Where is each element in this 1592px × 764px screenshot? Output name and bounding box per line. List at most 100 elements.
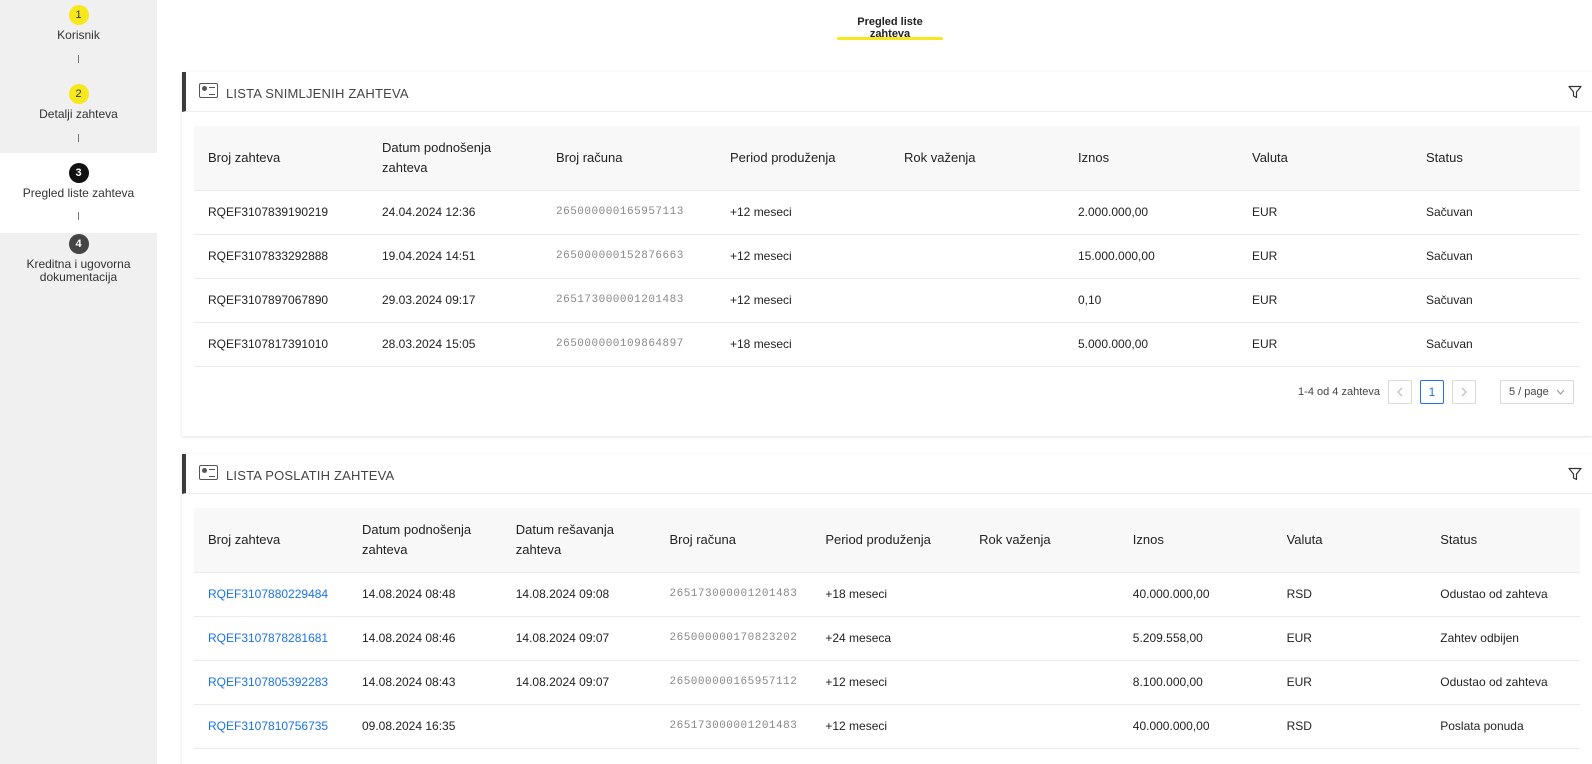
status: Odustao od zahteva <box>1426 659 1580 704</box>
step-label: Detalji zahteva <box>39 107 118 121</box>
table-row[interactable]: RQEF3107839190219 24.04.2024 12:36 26500… <box>194 189 1580 234</box>
resolution-date: 14.08.2024 09:07 <box>501 659 656 704</box>
column-header[interactable]: Broj zahteva <box>194 508 348 572</box>
step-connector <box>78 55 79 63</box>
account-number: 265000000165957112 <box>655 659 812 704</box>
table-header-row: Broj zahteva Datum podnošenja zahteva Br… <box>194 126 1580 190</box>
page-number-button[interactable]: 1 <box>1420 380 1444 404</box>
extension-period: +12 meseci <box>811 703 966 749</box>
page-size-value: 5 / page <box>1509 386 1549 398</box>
sent-requests-table: Broj zahteva Datum podnošenja zahteva Da… <box>194 508 1580 749</box>
validity-date <box>890 189 1064 234</box>
active-tab-indicator <box>837 37 943 40</box>
column-header[interactable]: Broj zahteva <box>194 126 368 190</box>
extension-period: +18 meseci <box>811 571 966 616</box>
account-number: 265000000109864897 <box>542 321 716 367</box>
column-header[interactable]: Period produženja <box>811 508 966 572</box>
account-number: 265173000001201483 <box>542 277 716 322</box>
currency: EUR <box>1238 233 1412 278</box>
request-number-link[interactable]: RQEF3107878281681 <box>194 615 348 660</box>
sidebar-step-detalji-zahteva[interactable]: 2 Detalji zahteva <box>0 84 157 126</box>
currency: EUR <box>1238 277 1412 322</box>
sidebar-step-kreditna-dokumentacija[interactable]: 4 Kreditna i ugovorna dokumentacija <box>0 234 157 288</box>
card-title: LISTA SNIMLJENIH ZAHTEVA <box>226 86 409 101</box>
column-header[interactable]: Datum podnošenja zahteva <box>368 126 542 190</box>
filter-icon[interactable] <box>1568 467 1582 481</box>
column-header[interactable]: Valuta <box>1238 126 1412 190</box>
amount: 15.000.000,00 <box>1064 233 1238 278</box>
column-header[interactable]: Broj računa <box>655 508 812 572</box>
resolution-date <box>501 703 656 749</box>
sidebar-step-pregled-liste-zahteva[interactable]: 3 Pregled liste zahteva <box>0 153 157 233</box>
validity-date <box>965 703 1119 749</box>
saved-requests-table: Broj zahteva Datum podnošenja zahteva Br… <box>194 126 1580 367</box>
request-number-link[interactable]: RQEF3107810756735 <box>194 703 348 749</box>
submission-date: 24.04.2024 12:36 <box>368 189 542 234</box>
column-header[interactable]: Valuta <box>1272 508 1427 572</box>
main-content: Pregled liste zahteva LISTA SNIMLJENIH Z… <box>157 0 1592 764</box>
column-header[interactable]: Status <box>1412 126 1580 190</box>
submission-date: 19.04.2024 14:51 <box>368 233 542 278</box>
step-number-badge: 4 <box>68 234 89 254</box>
prev-page-button[interactable] <box>1388 380 1412 404</box>
status: Odustao od zahteva <box>1426 571 1580 616</box>
submission-date: 14.08.2024 08:46 <box>347 615 502 660</box>
amount: 40.000.000,00 <box>1118 571 1273 616</box>
column-header[interactable]: Rok važenja <box>890 126 1064 190</box>
next-page-button[interactable] <box>1452 380 1476 404</box>
column-header[interactable]: Datum rešavanja zahteva <box>501 508 656 572</box>
page-size-select[interactable]: 5 / page <box>1500 380 1574 404</box>
column-header[interactable]: Broj računa <box>542 126 716 190</box>
currency: EUR <box>1238 321 1412 367</box>
table-row[interactable]: RQEF3107897067890 29.03.2024 09:17 26517… <box>194 277 1580 322</box>
validity-date <box>965 659 1119 704</box>
request-number: RQEF3107897067890 <box>194 277 368 322</box>
resolution-date: 14.08.2024 09:08 <box>501 571 656 616</box>
extension-period: +12 meseci <box>716 277 890 322</box>
table-row[interactable]: RQEF3107810756735 09.08.2024 16:35 26517… <box>194 703 1580 749</box>
account-number: 265000000170823202 <box>655 615 812 660</box>
status: Zahtev odbijen <box>1426 615 1580 660</box>
amount: 5.000.000,00 <box>1064 321 1238 367</box>
submission-date: 09.08.2024 16:35 <box>347 703 502 749</box>
column-header[interactable]: Iznos <box>1118 508 1273 572</box>
column-header[interactable]: Period produženja <box>716 126 890 190</box>
validity-date <box>965 571 1119 616</box>
sidebar-step-korisnik[interactable]: 1 Korisnik <box>0 5 157 47</box>
status: Sačuvan <box>1412 189 1580 234</box>
id-card-icon <box>199 83 218 98</box>
currency: RSD <box>1272 571 1427 616</box>
chevron-down-icon <box>1556 389 1565 395</box>
table-row[interactable]: RQEF3107805392283 14.08.2024 08:43 14.08… <box>194 659 1580 704</box>
account-number: 265000000165957113 <box>542 189 716 234</box>
amount: 5.209.558,00 <box>1118 615 1273 660</box>
filter-icon[interactable] <box>1568 85 1582 99</box>
table-row[interactable]: RQEF3107817391010 28.03.2024 15:05 26500… <box>194 321 1580 367</box>
column-header[interactable]: Status <box>1426 508 1580 572</box>
request-number-link[interactable]: RQEF3107805392283 <box>194 659 348 704</box>
step-label: Kreditna i ugovorna dokumentacija <box>26 257 131 284</box>
table-row[interactable]: RQEF3107880229484 14.08.2024 08:48 14.08… <box>194 571 1580 616</box>
chevron-left-icon <box>1397 387 1403 397</box>
currency: EUR <box>1238 189 1412 234</box>
submission-date: 29.03.2024 09:17 <box>368 277 542 322</box>
validity-date <box>965 615 1119 660</box>
column-header[interactable]: Rok važenja <box>965 508 1119 572</box>
account-number: 265000000152876663 <box>542 233 716 278</box>
account-number: 265173000001201483 <box>655 703 812 749</box>
app-root: 1 Korisnik 2 Detalji zahteva 3 Pregled l… <box>0 0 1592 764</box>
request-number-link[interactable]: RQEF3107880229484 <box>194 571 348 616</box>
table-row[interactable]: RQEF3107833292888 19.04.2024 14:51 26500… <box>194 233 1580 278</box>
extension-period: +12 meseci <box>811 659 966 704</box>
column-header[interactable]: Datum podnošenja zahteva <box>347 508 502 572</box>
column-header[interactable]: Iznos <box>1064 126 1238 190</box>
amount: 40.000.000,00 <box>1118 703 1273 749</box>
currency: RSD <box>1272 703 1427 749</box>
step-connector <box>78 212 79 220</box>
submission-date: 14.08.2024 08:48 <box>347 571 502 616</box>
request-number: RQEF3107839190219 <box>194 189 368 234</box>
saved-requests-card: LISTA SNIMLJENIH ZAHTEVA Broj zahteva Da… <box>182 72 1592 436</box>
request-number: RQEF3107833292888 <box>194 233 368 278</box>
table-row[interactable]: RQEF3107878281681 14.08.2024 08:46 14.08… <box>194 615 1580 660</box>
sent-requests-card: LISTA POSLATIH ZAHTEVA Broj zahteva Datu… <box>182 454 1592 764</box>
